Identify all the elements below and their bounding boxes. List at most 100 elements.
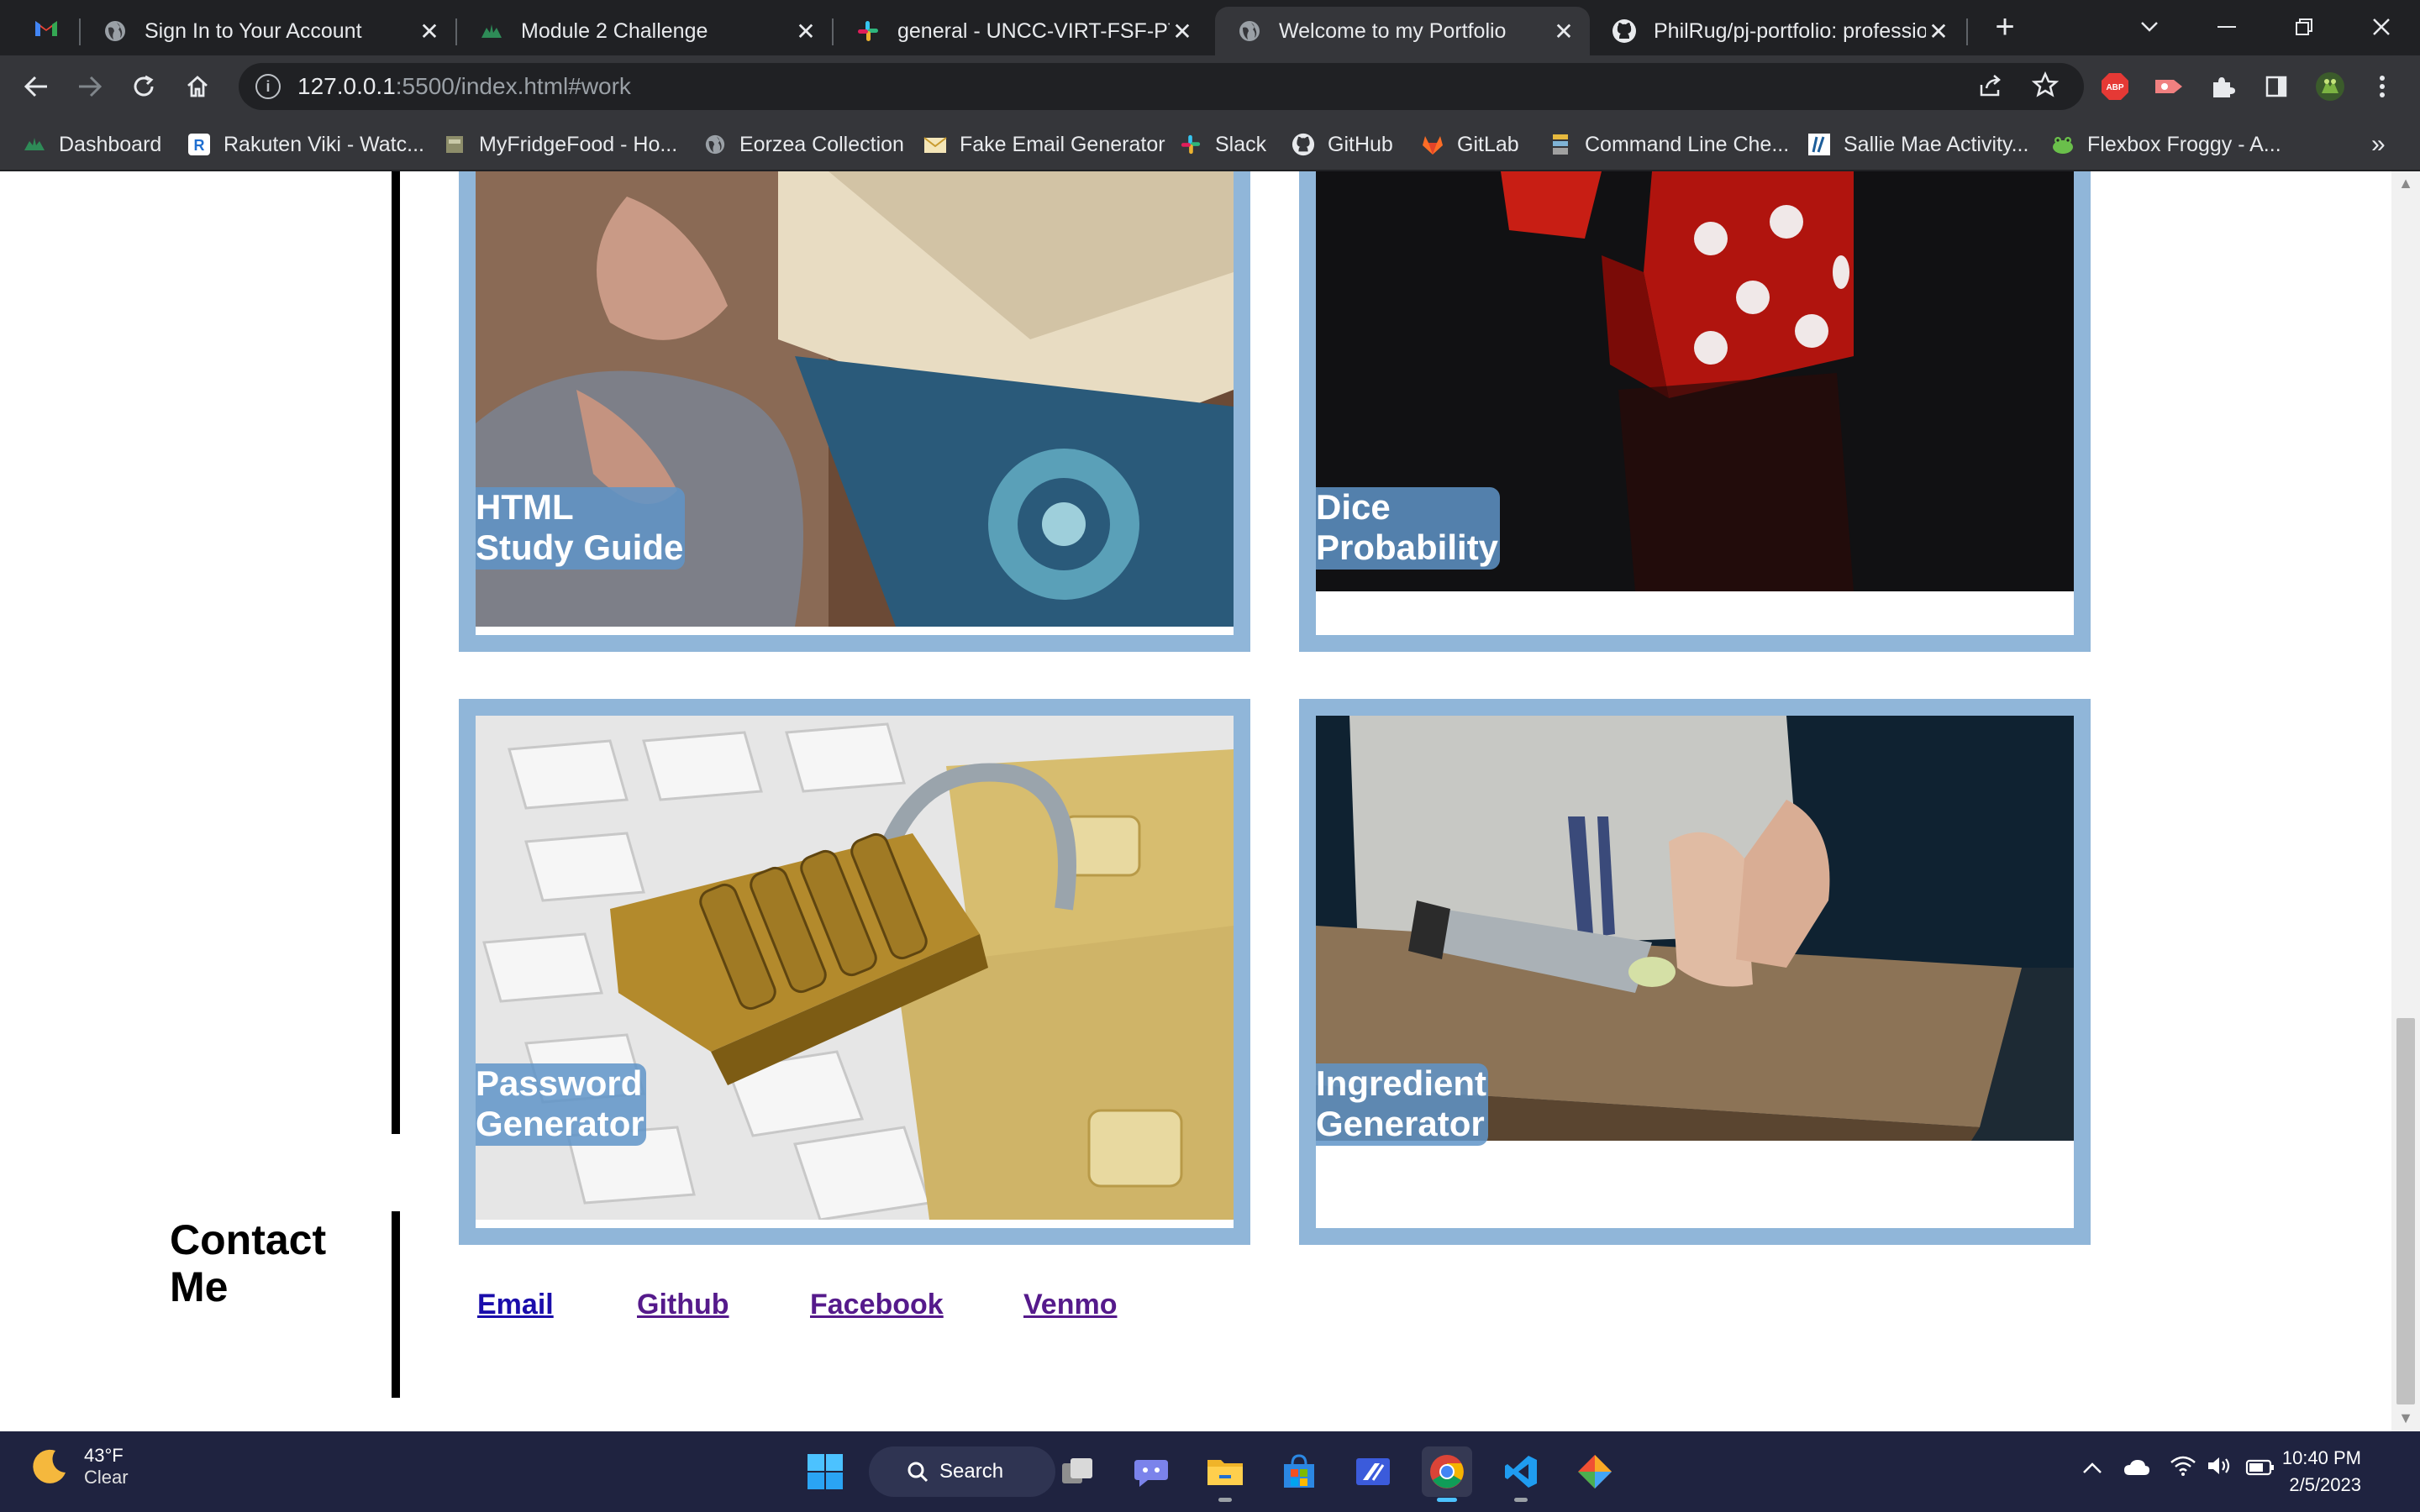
bookmark-star-icon[interactable] <box>2031 71 2060 102</box>
terminal-icon <box>1548 132 1573 157</box>
restore-button[interactable] <box>2279 8 2329 45</box>
browser-tab-strip: Sign In to Your Account ✕ Module 2 Chall… <box>0 0 2420 55</box>
chrome-taskbar-button[interactable] <box>1422 1446 1472 1502</box>
teams-chat-button[interactable] <box>1126 1446 1176 1497</box>
close-tab-icon[interactable]: ✕ <box>1926 18 1951 45</box>
reload-button[interactable] <box>123 66 165 108</box>
project-caption: HTML Study Guide <box>476 487 686 570</box>
onedrive-cloud-icon[interactable] <box>2123 1458 2151 1483</box>
caption-line: Study Guide <box>476 528 684 567</box>
edit-app-button[interactable] <box>1348 1446 1398 1497</box>
start-button[interactable] <box>800 1446 850 1497</box>
vscode-taskbar-button[interactable] <box>1496 1446 1546 1502</box>
contact-link-facebook[interactable]: Facebook <box>810 1289 944 1321</box>
extensions-button[interactable] <box>2202 66 2244 108</box>
bookmark-command-line[interactable]: Command Line Che... <box>1548 129 1789 160</box>
git-app-button[interactable] <box>1570 1446 1620 1497</box>
microsoft-store-button[interactable] <box>1274 1446 1324 1497</box>
bookmark-flexbox-froggy[interactable]: Flexbox Froggy - A... <box>2050 129 2281 160</box>
page-scrollbar[interactable]: ▲ ▼ <box>2391 171 2420 1431</box>
show-hidden-icons-chevron-icon[interactable] <box>2082 1457 2102 1480</box>
minimize-button[interactable] <box>2202 8 2252 45</box>
project-card-ingredient-generator[interactable]: Ingredient Generator <box>1299 699 2091 1245</box>
bookmark-label: Dashboard <box>59 132 162 156</box>
search-icon <box>908 1462 929 1483</box>
tab-sign-in[interactable]: Sign In to Your Account ✕ <box>81 7 455 55</box>
tab-module-2[interactable]: Module 2 Challenge ✕ <box>457 7 832 55</box>
bookmark-sallie-mae[interactable]: Sallie Mae Activity... <box>1807 129 2028 160</box>
bookmark-dashboard[interactable]: Dashboard <box>22 129 161 160</box>
browser-menu-button[interactable] <box>2361 66 2403 108</box>
project-card-html-study-guide[interactable]: HTML Study Guide <box>459 171 1250 652</box>
adblock-icon: ABP <box>2102 73 2128 100</box>
page-viewport: HTML Study Guide Dice Probability Passwo… <box>0 171 2391 1431</box>
scrollbar-thumb[interactable] <box>2396 1018 2415 1404</box>
project-caption: Password Generator <box>476 1063 646 1146</box>
bookmark-myfridgefood[interactable]: MyFridgeFood - Ho... <box>442 129 677 160</box>
bookmark-label: Rakuten Viki - Watc... <box>224 132 424 156</box>
contact-link-venmo[interactable]: Venmo <box>1023 1289 1117 1321</box>
tab-title: PhilRug/pj-portfolio: professio <box>1654 18 1926 43</box>
close-tab-icon[interactable]: ✕ <box>1170 18 1195 45</box>
project-card-dice-probability[interactable]: Dice Probability <box>1299 171 2091 652</box>
gitlab-icon <box>1420 132 1445 157</box>
bookmark-github[interactable]: GitHub <box>1291 129 1393 160</box>
tab-github-repo[interactable]: PhilRug/pj-portfolio: professio ✕ <box>1590 7 1965 55</box>
site-info-icon[interactable]: i <box>255 74 281 99</box>
slack-icon <box>855 18 881 44</box>
bookmark-fake-email[interactable]: Fake Email Generator <box>923 129 1165 160</box>
folder-icon <box>1207 1460 1243 1485</box>
gmail-pinned-tab[interactable] <box>25 7 67 49</box>
scroll-down-arrow-icon[interactable]: ▼ <box>2398 1410 2413 1427</box>
close-tab-icon[interactable]: ✕ <box>417 18 442 45</box>
back-button[interactable] <box>15 66 57 108</box>
adblock-extension-button[interactable]: ABP <box>2094 66 2136 108</box>
wifi-icon[interactable] <box>2170 1455 2196 1483</box>
home-button[interactable] <box>176 66 218 108</box>
profile-avatar[interactable] <box>2309 66 2351 108</box>
bookmark-label: GitHub <box>1328 132 1393 156</box>
frog-avatar-icon <box>2316 72 2344 101</box>
fridge-icon <box>442 132 467 157</box>
address-bar[interactable]: i 127.0.0.1:5500/index.html#work <box>239 63 2084 110</box>
share-icon[interactable] <box>1978 73 2003 102</box>
project-card-password-generator[interactable]: Password Generator <box>459 699 1250 1245</box>
system-clock[interactable]: 10:40 PM 2/5/2023 <box>2282 1445 2361 1499</box>
taskbar-search[interactable]: Search <box>869 1446 1055 1497</box>
home-icon <box>187 76 208 97</box>
task-view-button[interactable] <box>1052 1446 1102 1497</box>
close-tab-icon[interactable]: ✕ <box>793 18 818 45</box>
forward-button[interactable] <box>69 66 111 108</box>
tab-separator <box>1966 18 1968 45</box>
pen-app-icon <box>1356 1458 1390 1485</box>
side-panel-button[interactable] <box>2255 66 2297 108</box>
bookmark-slack[interactable]: Slack <box>1178 129 1266 160</box>
close-tab-icon[interactable]: ✕ <box>1551 18 1576 45</box>
weather-widget[interactable]: 43°F Clear <box>30 1445 129 1488</box>
battery-icon[interactable] <box>2245 1458 2275 1482</box>
bookmark-label: Eorzea Collection <box>739 132 904 156</box>
tab-portfolio[interactable]: Welcome to my Portfolio ✕ <box>1215 7 1590 55</box>
kebab-menu-icon <box>2380 76 2385 97</box>
bookmark-gitlab[interactable]: GitLab <box>1420 129 1519 160</box>
screen-recorder-extension-button[interactable] <box>2148 66 2190 108</box>
new-tab-button[interactable]: + <box>1980 8 2030 45</box>
contact-section-divider <box>392 1211 400 1398</box>
arrow-right-icon <box>79 76 103 97</box>
tab-slack-general[interactable]: general - UNCC-VIRT-FSF-PT-0 ✕ <box>834 7 1208 55</box>
bookmarks-overflow-button[interactable]: » <box>2371 129 2386 160</box>
github-icon <box>1291 132 1316 157</box>
bookmark-rakuten-viki[interactable]: R Rakuten Viki - Watc... <box>187 129 424 160</box>
running-indicator <box>1514 1498 1528 1502</box>
close-window-button[interactable] <box>2356 8 2407 45</box>
bookmark-label: GitLab <box>1457 132 1519 156</box>
tab-search-chevron-icon[interactable] <box>2124 8 2175 45</box>
file-explorer-button[interactable] <box>1200 1446 1250 1502</box>
contact-link-email[interactable]: Email <box>477 1289 554 1321</box>
contact-link-github[interactable]: Github <box>637 1289 729 1321</box>
project-caption: Dice Probability <box>1316 487 1501 570</box>
scroll-up-arrow-icon[interactable]: ▲ <box>2398 175 2413 192</box>
volume-icon[interactable] <box>2207 1455 2232 1483</box>
tab-title: Welcome to my Portfolio <box>1279 18 1507 43</box>
bookmark-eorzea[interactable]: Eorzea Collection <box>702 129 904 160</box>
